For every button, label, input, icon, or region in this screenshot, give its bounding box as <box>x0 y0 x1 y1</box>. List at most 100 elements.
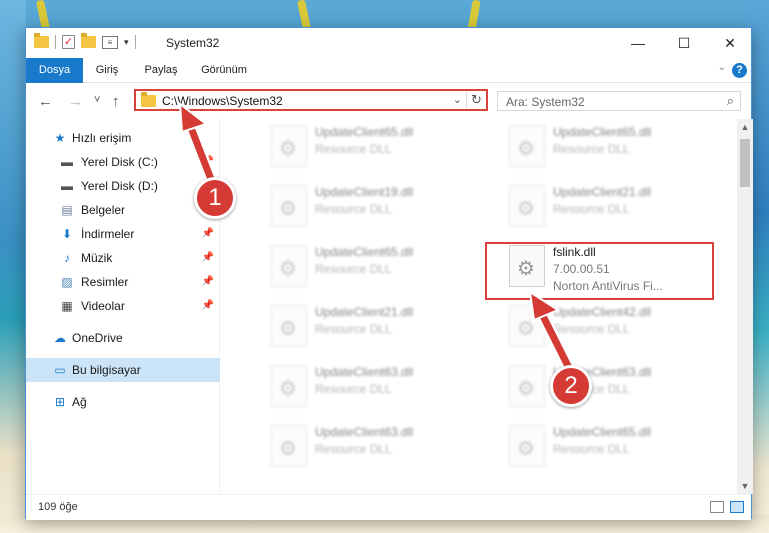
minimize-button[interactable]: — <box>615 28 661 58</box>
file-name: UpdateClient65.dll <box>315 125 414 139</box>
sidebar-item-videos[interactable]: ▦ Videolar 📌 <box>26 294 220 318</box>
dll-file-icon <box>271 305 307 347</box>
file-description: Resource DLL <box>315 202 392 216</box>
step-2-badge: 2 <box>550 365 592 407</box>
folder-icon[interactable] <box>34 33 49 48</box>
back-button[interactable]: ← <box>38 93 53 110</box>
details-view-icon[interactable] <box>710 501 724 513</box>
dll-file-icon <box>271 245 307 287</box>
title-bar: ✓ ≡ ▾ System32 — ☐ ✕ <box>26 28 751 58</box>
tab-home[interactable]: Giriş <box>88 58 126 83</box>
file-name: UpdateClient19.dll <box>315 185 414 199</box>
tab-file[interactable]: Dosya <box>26 58 83 83</box>
file-name: UpdateClient21.dll <box>315 305 414 319</box>
folder-icon <box>141 92 156 107</box>
new-folder-icon[interactable] <box>81 33 96 48</box>
file-name: UpdateClient63.dll <box>315 365 414 379</box>
file-list: UpdateClient65.dll Resource DLL UpdateCl… <box>221 119 737 494</box>
sidebar-item-network[interactable]: ⊞ Ağ <box>26 390 220 414</box>
scroll-thumb[interactable] <box>740 139 750 187</box>
close-button[interactable]: ✕ <box>707 28 753 58</box>
tab-share[interactable]: Paylaş <box>138 58 184 83</box>
list-item[interactable]: UpdateClient21.dll Resource DLL <box>263 299 499 355</box>
dll-file-icon <box>509 425 545 467</box>
file-name: UpdateClient65.dll <box>553 125 652 139</box>
ribbon-expand-icon[interactable]: ⌄ <box>718 62 726 73</box>
palm-leaf-decoration <box>296 0 312 31</box>
item-count: 109 öğe <box>38 501 78 513</box>
address-dropdown-icon[interactable]: ⌄ <box>453 93 462 106</box>
pin-icon[interactable]: 📌 <box>202 222 214 246</box>
computer-icon: ▭ <box>54 363 66 377</box>
refresh-button[interactable]: ↻ <box>466 91 486 109</box>
dll-file-icon <box>271 125 307 167</box>
sidebar-item-label: Resimler <box>81 275 129 289</box>
toolbar-separator <box>134 35 136 49</box>
tiles-view-icon[interactable] <box>730 501 744 513</box>
scroll-down-icon[interactable]: ▼ <box>737 478 753 494</box>
file-name: UpdateClient65.dll <box>553 425 652 439</box>
pin-icon[interactable]: 📌 <box>202 246 214 270</box>
quick-access-toolbar: ✓ ≡ ▾ <box>34 33 136 49</box>
cloud-icon: ☁ <box>54 331 66 345</box>
scroll-up-icon[interactable]: ▲ <box>737 119 753 135</box>
search-icon[interactable]: ⌕ <box>727 93 734 109</box>
sidebar-item-label: Müzik <box>81 251 113 265</box>
file-name: UpdateClient21.dll <box>553 185 652 199</box>
dll-file-icon <box>271 185 307 227</box>
up-button[interactable]: ↑ <box>112 93 120 110</box>
file-description: Resource DLL <box>553 202 630 216</box>
sidebar-item-label: Ağ <box>72 395 87 409</box>
list-item[interactable]: UpdateClient63.dll Resource DLL <box>263 419 499 475</box>
sidebar-item-label: Bu bilgisayar <box>72 363 141 377</box>
download-icon: ⬇ <box>61 227 73 241</box>
search-placeholder: Ara: System32 <box>506 95 585 109</box>
file-name: UpdateClient63.dll <box>315 425 414 439</box>
toolbar-separator <box>55 35 56 49</box>
desktop-background-left <box>0 0 26 533</box>
sidebar-item-label: Yerel Disk (C:) <box>81 155 158 169</box>
drive-icon: ▬ <box>61 179 73 193</box>
list-item[interactable]: UpdateClient63.dll Resource DLL <box>263 359 499 415</box>
sidebar-item-this-pc[interactable]: ▭ Bu bilgisayar <box>26 358 220 382</box>
sidebar-item-label: Yerel Disk (D:) <box>81 179 158 193</box>
sidebar-item-label: Belgeler <box>81 203 126 217</box>
dll-file-icon <box>271 365 307 407</box>
sidebar-item-downloads[interactable]: ⬇ İndirmeler 📌 <box>26 222 220 246</box>
tab-view[interactable]: Görünüm <box>196 58 252 83</box>
pin-icon[interactable]: 📌 <box>202 270 214 294</box>
sidebar-item-music[interactable]: ♪ Müzik 📌 <box>26 246 220 270</box>
file-description: Resource DLL <box>315 442 392 456</box>
documents-icon: ▤ <box>61 203 73 217</box>
file-description: Resource DLL <box>315 142 392 156</box>
dll-file-icon <box>509 125 545 167</box>
list-item[interactable]: UpdateClient65.dll Resource DLL <box>501 419 737 475</box>
sidebar-item-label: OneDrive <box>72 331 123 345</box>
list-item[interactable]: UpdateClient65.dll Resource DLL <box>501 119 737 175</box>
step-1-badge: 1 <box>194 177 236 219</box>
help-icon[interactable]: ? <box>732 63 747 78</box>
ribbon-tabs: Dosya Giriş Paylaş Görünüm ⌄ ? <box>26 58 751 83</box>
recent-locations-button[interactable]: ˅ <box>94 94 100 106</box>
status-bar: 109 öğe <box>26 494 751 520</box>
forward-button[interactable]: → <box>68 93 83 110</box>
properties-icon[interactable]: ≡ <box>102 35 118 49</box>
pin-icon[interactable]: 📌 <box>202 294 214 318</box>
list-item[interactable]: UpdateClient65.dll Resource DLL <box>263 119 499 175</box>
sidebar-item-label: Hızlı erişim <box>72 131 132 145</box>
list-item[interactable]: UpdateClient21.dll Resource DLL <box>501 179 737 235</box>
maximize-button[interactable]: ☐ <box>661 28 707 58</box>
vertical-scrollbar[interactable]: ▲ ▼ <box>737 119 753 494</box>
list-item[interactable]: UpdateClient19.dll Resource DLL <box>263 179 499 235</box>
search-input[interactable]: Ara: System32 ⌕ <box>497 91 741 111</box>
file-description: Resource DLL <box>315 262 392 276</box>
dll-file-icon <box>509 185 545 227</box>
list-item[interactable]: UpdateClient65.dll Resource DLL <box>263 239 499 295</box>
star-icon: ★ <box>54 131 66 145</box>
customize-toolbar-icon[interactable]: ▾ <box>124 37 129 48</box>
music-icon: ♪ <box>64 251 70 265</box>
properties-check-icon[interactable]: ✓ <box>62 35 75 49</box>
window-title: System32 <box>166 36 220 50</box>
sidebar-item-onedrive[interactable]: ☁ OneDrive <box>26 326 220 350</box>
sidebar-item-pictures[interactable]: ▨ Resimler 📌 <box>26 270 220 294</box>
